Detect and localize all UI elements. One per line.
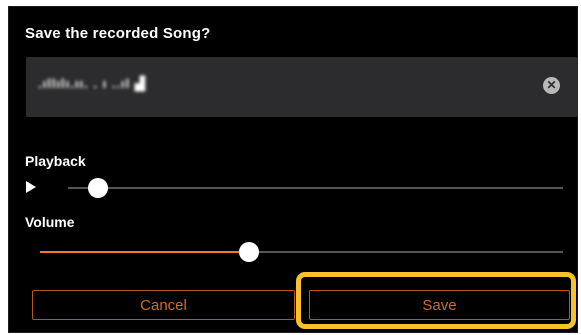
volume-fill	[40, 251, 250, 253]
song-name-value: .ıllılı.ıı. . ı ..ıl ▟	[38, 76, 146, 91]
song-name-input[interactable]: .ıllılı.ıı. . ı ..ıl ▟ ✕	[26, 57, 578, 117]
volume-label: Volume	[25, 214, 75, 230]
play-icon[interactable]	[26, 181, 36, 193]
dialog-title: Save the recorded Song?	[25, 25, 211, 42]
playback-label: Playback	[25, 153, 86, 169]
clear-icon[interactable]: ✕	[543, 77, 560, 94]
volume-thumb[interactable]	[239, 242, 260, 262]
volume-slider[interactable]	[40, 242, 563, 262]
cancel-button[interactable]: Cancel	[32, 290, 295, 320]
playback-thumb[interactable]	[87, 178, 108, 198]
playback-track	[68, 187, 563, 189]
playback-slider[interactable]	[68, 178, 563, 198]
save-highlight-frame	[296, 272, 576, 329]
